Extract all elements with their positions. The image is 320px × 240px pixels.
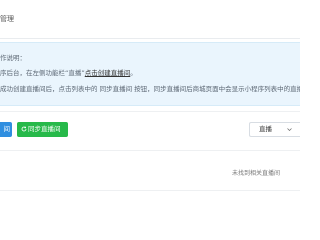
select-value: 直播: [259, 125, 272, 133]
add-live-room-button[interactable]: 间: [0, 122, 12, 137]
toolbar-divider: [0, 111, 300, 112]
info-alert: 作说明： 序后台，在左侧功能栏“直播”点击创建直播间。 成功创建直播间后，点击列…: [0, 42, 300, 106]
info-line-2: 成功创建直播间后，点击列表中的 同步直播间 按钮，同步直播间后商城页面中会显示小…: [0, 85, 300, 93]
sync-live-room-button[interactable]: 同步直播间: [17, 122, 68, 137]
empty-state-text: 未找到相关直播间: [232, 170, 281, 177]
create-live-room-link[interactable]: 点击创建直播间: [85, 69, 131, 77]
bottom-divider: [0, 190, 300, 191]
page: 管理 作说明： 序后台，在左侧功能栏“直播”点击创建直播间。 成功创建直播间后，…: [0, 0, 300, 200]
sync-button-label: 同步直播间: [28, 125, 61, 133]
search-field-select[interactable]: 直播: [249, 122, 300, 137]
info-line-1-suffix: 。: [130, 69, 137, 77]
info-heading: 作说明：: [0, 54, 26, 62]
info-line-1: 序后台，在左侧功能栏“直播”点击创建直播间。: [0, 67, 137, 77]
info-line-1-prefix: 序后台，在左侧功能栏“直播”: [0, 69, 85, 77]
page-title: 管理: [0, 15, 14, 23]
chevron-down-icon: [287, 128, 292, 131]
header: 管理: [0, 0, 300, 39]
table-divider: [0, 150, 300, 151]
sync-icon: [21, 126, 27, 132]
